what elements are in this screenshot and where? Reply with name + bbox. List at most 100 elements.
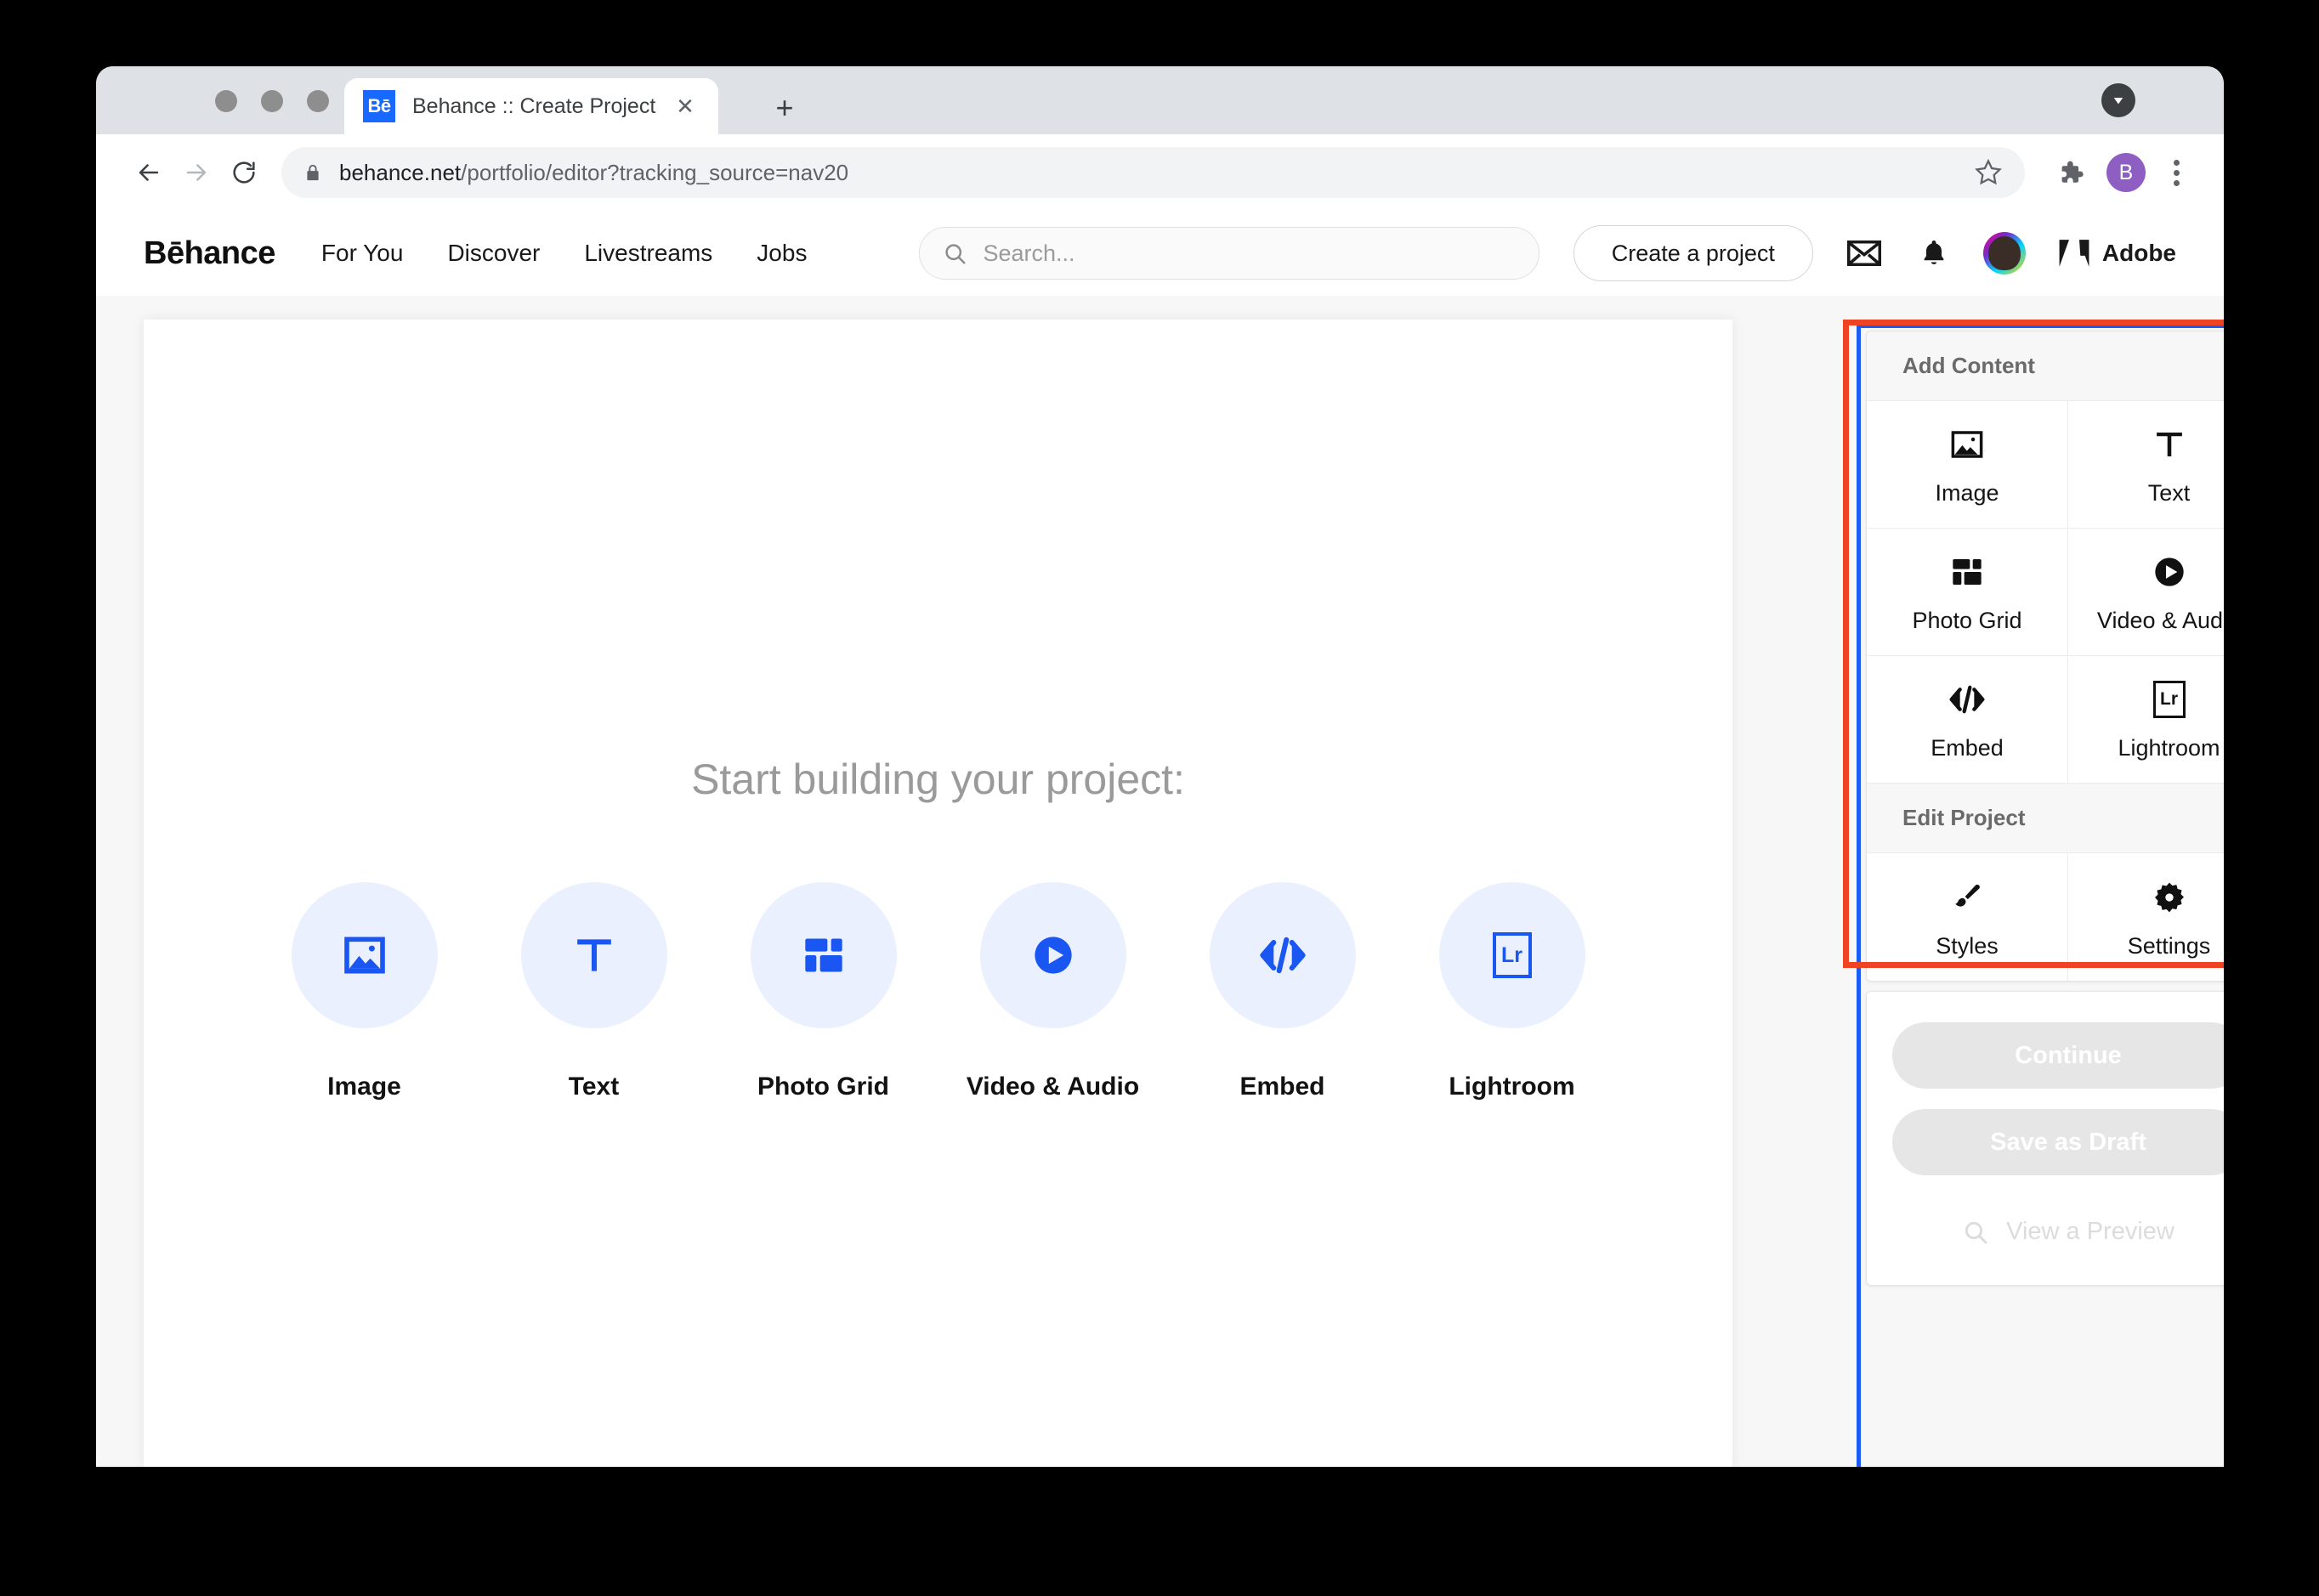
browser-tab[interactable]: Bē Behance :: Create Project ✕ [344,78,718,134]
sidebar-item-label: Embed [1931,735,2004,761]
notifications-bell-icon[interactable] [1915,235,1953,272]
browser-window: Bē Behance :: Create Project ✕ + behance… [96,66,2224,1467]
close-icon[interactable]: ✕ [671,92,700,121]
adobe-logo-icon [2059,240,2089,267]
tab-strip: Bē Behance :: Create Project ✕ + [96,66,2224,134]
behance-logo[interactable]: Bēhance [144,235,275,272]
adobe-label: Adobe [2101,240,2176,266]
view-a-preview-label: View a Preview [2006,1218,2174,1245]
sidebar-item-video-audio[interactable]: Video & Audio [2068,529,2224,656]
sidebar-item-text[interactable]: Text [2068,401,2224,529]
video-audio-icon [2152,550,2186,594]
video-audio-icon [979,882,1126,1028]
mail-icon[interactable] [1846,235,1883,272]
tile-label: Image [327,1072,401,1101]
search-input[interactable]: Search... [919,227,1540,280]
photo-grid-icon [1950,550,1984,594]
behance-nav-links: For You Discover Livestreams Jobs [321,240,808,267]
url-path: /portfolio/editor?tracking_source=nav20 [461,159,849,185]
behance-header-right: Create a project Adobe [1573,225,2176,281]
user-avatar[interactable] [1982,232,2026,274]
minimize-window-button[interactable] [261,90,283,112]
text-icon [520,882,667,1028]
view-a-preview-button[interactable]: View a Preview [1867,1218,2224,1246]
tile-label: Embed [1239,1072,1325,1101]
tile-label: Text [568,1072,620,1101]
url-text: behance.net/portfolio/editor?tracking_so… [339,160,848,186]
page-content: Bēhance For You Discover Livestreams Job… [96,211,2224,1467]
sidebar-item-label: Styles [1936,932,1999,959]
tab-search-dropdown-icon[interactable] [2101,83,2135,117]
search-icon [945,244,966,264]
image-icon [291,882,438,1028]
content-tiles: Image Text Photo Grid Video & Audio Embe… [263,882,1614,1101]
create-a-project-button[interactable]: Create a project [1573,225,1813,281]
tile-label: Video & Audio [966,1072,1140,1101]
project-editor: Start building your project: Image Text [96,296,2224,1467]
tile-embed[interactable]: Embed [1181,882,1385,1101]
extensions-icon[interactable] [2049,150,2093,195]
project-actions-panel: Continue Save as Draft View a Preview [1866,991,2224,1286]
maximize-window-button[interactable] [307,90,329,112]
add-content-heading: Add Content [1867,331,2224,401]
url-host: behance.net [339,159,462,185]
add-content-panel: Add Content Image Text Photo Grid Video … [1866,331,2224,982]
edit-project-heading: Edit Project [1867,784,2224,853]
sidebar-item-embed[interactable]: Embed [1867,656,2068,784]
tile-photo-grid[interactable]: Photo Grid [722,882,926,1101]
sidebar-item-lightroom[interactable]: Lr Lightroom [2068,656,2224,784]
brush-icon [1950,875,1984,920]
tile-text[interactable]: Text [492,882,696,1101]
embed-icon [1947,677,1987,722]
close-window-button[interactable] [215,90,237,112]
sidebar-item-label: Lightroom [2118,735,2220,761]
search-placeholder: Search... [983,240,1075,266]
sidebar-item-styles[interactable]: Styles [1867,853,2068,981]
sidebar-item-label: Image [1935,480,1999,506]
browser-toolbar: behance.net/portfolio/editor?tracking_so… [96,134,2224,211]
back-icon[interactable] [125,149,173,196]
search-icon [1965,1221,1987,1243]
editor-canvas: Start building your project: Image Text [144,320,1732,1467]
sidebar-item-settings[interactable]: Settings [2068,853,2224,981]
chrome-profile-avatar[interactable]: B [2106,153,2146,192]
nav-item-livestreams[interactable]: Livestreams [584,240,712,267]
sidebar-item-label: Video & Audio [2096,608,2224,633]
sidebar-item-photo-grid[interactable]: Photo Grid [1867,529,2068,656]
embed-icon [1209,882,1356,1028]
adobe-brand[interactable]: Adobe [2058,238,2176,269]
edit-project-grid: Styles Settings [1867,853,2224,981]
save-as-draft-button[interactable]: Save as Draft [1892,1109,2224,1175]
image-icon [1949,422,1985,467]
tile-lightroom[interactable]: Lr Lightroom [1410,882,1614,1101]
gear-icon [2152,875,2186,920]
lightroom-icon: Lr [2152,677,2186,722]
behance-favicon: Bē [363,90,395,122]
forward-icon[interactable] [173,149,220,196]
lightroom-icon: Lr [1438,882,1585,1028]
lock-icon [303,161,322,184]
sidebar-item-label: Photo Grid [1912,608,2022,633]
tile-image[interactable]: Image [263,882,467,1101]
continue-button[interactable]: Continue [1892,1022,2224,1089]
tab-title: Behance :: Create Project [412,93,656,118]
nav-item-for-you[interactable]: For You [321,240,404,267]
tile-label: Photo Grid [757,1072,889,1101]
chrome-menu-icon[interactable] [2157,159,2195,186]
add-content-grid: Image Text Photo Grid Video & Aud Embed … [1867,401,2224,784]
sidebar-item-image[interactable]: Image [1867,401,2068,529]
behance-header: Bēhance For You Discover Livestreams Job… [96,211,2224,296]
window-controls[interactable] [215,90,329,112]
sidebar-item-label: Settings [2127,932,2211,959]
reload-icon[interactable] [220,149,268,196]
page-title: Start building your project: [691,756,1185,803]
bookmark-star-icon[interactable] [1974,158,2003,187]
tile-label: Lightroom [1449,1072,1575,1101]
tile-video-audio[interactable]: Video & Audio [951,882,1155,1101]
editor-sidebar: Add Content Image Text Photo Grid Video … [1843,320,2224,1467]
address-bar[interactable]: behance.net/portfolio/editor?tracking_so… [281,147,2025,198]
sidebar-item-label: Text [2147,480,2191,506]
nav-item-discover[interactable]: Discover [447,240,540,267]
new-tab-button[interactable]: + [768,93,802,127]
nav-item-jobs[interactable]: Jobs [757,240,807,267]
